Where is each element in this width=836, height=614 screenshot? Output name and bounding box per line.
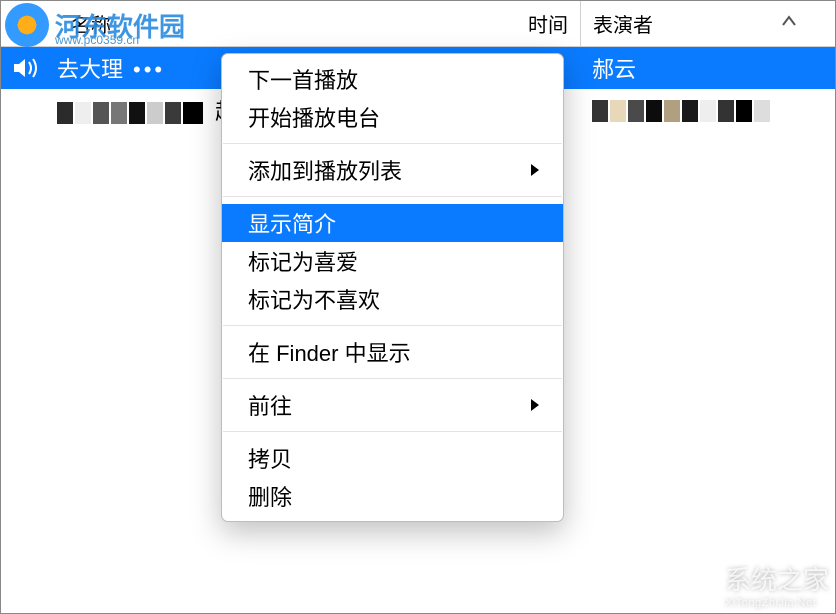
menu-go-to[interactable]: 前往 xyxy=(222,386,563,424)
menu-separator xyxy=(223,431,562,432)
menu-show-in-finder[interactable]: 在 Finder 中显示 xyxy=(222,333,563,371)
watermark-url: XiTongZhiJia.Net xyxy=(725,597,829,609)
menu-start-radio[interactable]: 开始播放电台 xyxy=(222,98,563,136)
menu-play-next[interactable]: 下一首播放 xyxy=(222,60,563,98)
menu-label: 添加到播放列表 xyxy=(248,154,402,186)
speaker-icon xyxy=(1,56,51,80)
track-artist-censored xyxy=(580,97,835,123)
watermark-xitong: 系统之家 XiTongZhiJia.Net xyxy=(677,560,829,609)
menu-mark-disliked[interactable]: 标记为不喜欢 xyxy=(222,280,563,318)
menu-separator xyxy=(223,196,562,197)
menu-separator xyxy=(223,143,562,144)
menu-separator xyxy=(223,325,562,326)
menu-mark-loved[interactable]: 标记为喜爱 xyxy=(222,242,563,280)
chevron-right-icon xyxy=(529,397,541,413)
menu-delete[interactable]: 删除 xyxy=(222,477,563,515)
sort-caret-icon[interactable] xyxy=(781,15,797,27)
chevron-right-icon xyxy=(529,162,541,178)
column-artist-label: 表演者 xyxy=(593,9,653,38)
watermark-text: 系统之家 xyxy=(725,560,829,597)
menu-add-to-playlist[interactable]: 添加到播放列表 xyxy=(222,151,563,189)
house-icon xyxy=(677,568,717,602)
menu-label: 前往 xyxy=(248,389,292,421)
column-time[interactable]: 时间 xyxy=(510,9,580,38)
table-header: 名称 时间 表演者 xyxy=(1,1,835,47)
context-menu: 下一首播放 开始播放电台 添加到播放列表 显示简介 标记为喜爱 标记为不喜欢 在… xyxy=(221,53,564,522)
menu-copy[interactable]: 拷贝 xyxy=(222,439,563,477)
column-name[interactable]: 名称 xyxy=(1,9,510,38)
menu-show-info[interactable]: 显示简介 xyxy=(222,204,563,242)
menu-separator xyxy=(223,378,562,379)
track-artist: 郝云 xyxy=(580,52,835,84)
